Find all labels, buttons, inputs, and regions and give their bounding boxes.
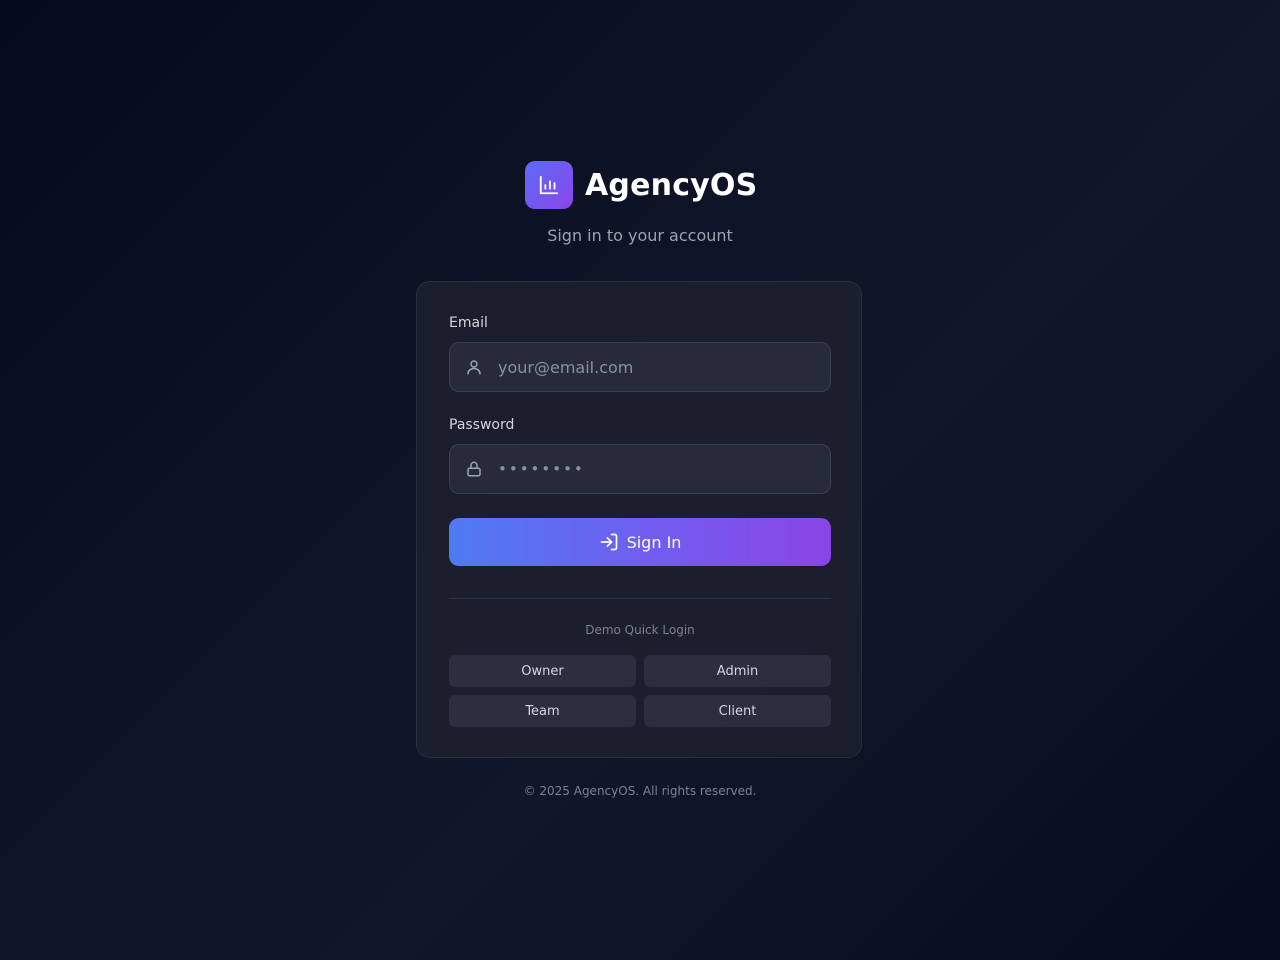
sign-in-button[interactable]: Sign In <box>449 518 831 566</box>
demo-team-button[interactable]: Team <box>449 695 636 727</box>
demo-client-button[interactable]: Client <box>644 695 831 727</box>
bar-chart-icon <box>539 175 559 195</box>
email-label: Email <box>449 315 488 331</box>
lock-icon <box>450 445 498 493</box>
logo <box>525 161 573 209</box>
demo-quick-login-title: Demo Quick Login <box>585 623 695 637</box>
divider <box>449 598 831 599</box>
brand-name: AgencyOS <box>585 167 758 203</box>
footer-copyright: © 2025 AgencyOS. All rights reserved. <box>523 784 757 798</box>
email-placeholder: your@email.com <box>498 357 634 377</box>
login-card: Email your@email.com Password •••••••• S… <box>416 281 862 758</box>
email-field[interactable]: your@email.com <box>449 342 831 392</box>
sign-in-label: Sign In <box>626 532 682 552</box>
user-icon <box>450 343 498 391</box>
demo-admin-button[interactable]: Admin <box>644 655 831 687</box>
demo-owner-button[interactable]: Owner <box>449 655 636 687</box>
password-label: Password <box>449 417 515 433</box>
password-field[interactable]: •••••••• <box>449 444 831 494</box>
page-subtitle: Sign in to your account <box>547 226 733 245</box>
password-value: •••••••• <box>498 460 585 478</box>
log-in-icon <box>600 533 617 551</box>
brand: AgencyOS <box>525 161 757 209</box>
